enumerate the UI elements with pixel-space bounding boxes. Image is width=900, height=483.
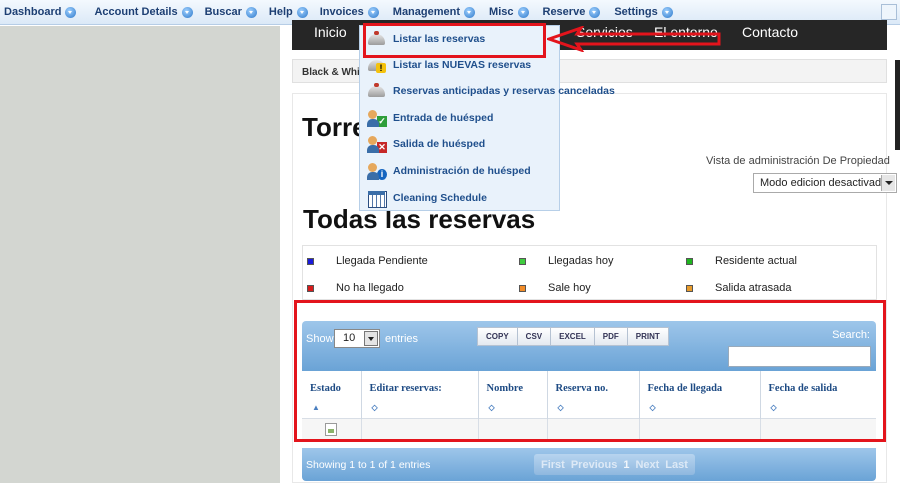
table-info: Showing 1 to 1 of 1 entries xyxy=(306,459,431,471)
menu-item-administracion-huesped[interactable]: i Administración de huésped xyxy=(360,158,559,184)
menu-label: Reserve xyxy=(542,6,586,18)
legend-label: Llegadas hoy xyxy=(548,255,614,267)
menu-label: Management xyxy=(392,6,461,18)
pagination: First Previous 1 Next Last xyxy=(534,454,695,475)
chevron-down-icon xyxy=(65,6,77,18)
page-next-button[interactable]: Next xyxy=(635,459,659,471)
window-control-icon[interactable] xyxy=(881,4,897,20)
left-panel xyxy=(0,26,280,483)
chevron-down-icon xyxy=(245,6,257,18)
chevron-down-icon xyxy=(517,6,529,18)
menu-label: Dashboard xyxy=(4,6,62,18)
menu-account-details[interactable]: Account Details xyxy=(90,0,196,25)
red-arrow-annotation xyxy=(547,26,721,52)
table-footer: Showing 1 to 1 of 1 entries First Previo… xyxy=(302,448,876,481)
page-previous-button[interactable]: Previous xyxy=(571,459,617,471)
chevron-down-icon xyxy=(181,6,193,18)
menu-item-label: Entrada de huésped xyxy=(393,112,494,124)
legend-swatch xyxy=(686,284,693,292)
legend-item: No ha llegado xyxy=(307,282,404,294)
legend-label: Llegada Pendiente xyxy=(336,255,428,267)
menu-item-label: Listar las NUEVAS reservas xyxy=(393,59,532,71)
guest-admin-icon: i xyxy=(367,162,387,180)
menu-item-cleaning-schedule[interactable]: Cleaning Schedule xyxy=(360,185,559,211)
menu-label: Settings xyxy=(614,6,658,18)
legend-item: Residente actual xyxy=(686,255,797,267)
site-nav-contacto[interactable]: Contacto xyxy=(742,24,798,40)
guest-checkout-icon: ✕ xyxy=(367,135,387,153)
chevron-down-icon xyxy=(661,6,673,18)
bell-lock-icon xyxy=(367,82,387,100)
chevron-down-icon xyxy=(881,175,895,191)
highlight-box-menu-item xyxy=(363,23,546,58)
legend-label: Residente actual xyxy=(715,255,797,267)
chevron-down-icon xyxy=(367,6,379,18)
highlight-box-table xyxy=(294,300,886,442)
menu-item-label: Reservas anticipadas y reservas cancelad… xyxy=(393,85,615,97)
menu-label: Help xyxy=(268,6,293,18)
menu-label: Misc xyxy=(489,6,514,18)
legend-label: No ha llegado xyxy=(336,282,404,294)
owner-view-label: Vista de administración De Propiedad xyxy=(706,155,890,167)
menu-item-label: Cleaning Schedule xyxy=(393,192,487,204)
legend-item: Salida atrasada xyxy=(686,282,791,294)
legend-swatch xyxy=(519,257,526,265)
legend-label: Sale hoy xyxy=(548,282,591,294)
menu-buscar[interactable]: Buscar xyxy=(201,0,261,25)
menu-item-entrada-huesped[interactable]: ✓ Entrada de huésped xyxy=(360,105,559,131)
edit-mode-value: Modo edicion desactivado xyxy=(760,177,888,189)
site-nav-inicio[interactable]: Inicio xyxy=(314,24,347,40)
chevron-down-icon xyxy=(589,6,601,18)
chevron-down-icon xyxy=(464,6,476,18)
property-title: Torre xyxy=(302,112,367,142)
menu-label: Buscar xyxy=(204,6,242,18)
menu-item-label: Administración de huésped xyxy=(393,165,531,177)
bell-warning-icon xyxy=(367,56,387,74)
menu-label: Account Details xyxy=(94,6,178,18)
status-legend: Llegada Pendiente Llegadas hoy Residente… xyxy=(302,245,877,300)
legend-swatch xyxy=(686,257,693,265)
legend-swatch xyxy=(519,284,526,292)
menu-dashboard[interactable]: Dashboard xyxy=(0,0,80,25)
scrollbar[interactable] xyxy=(895,60,900,150)
edit-mode-select[interactable]: Modo edicion desactivado xyxy=(753,173,897,193)
page-number-button[interactable]: 1 xyxy=(623,459,629,471)
menu-item-salida-huesped[interactable]: ✕ Salida de huésped xyxy=(360,131,559,157)
menu-item-label: Salida de huésped xyxy=(393,138,486,150)
chevron-down-icon xyxy=(296,6,308,18)
page-first-button[interactable]: First xyxy=(541,459,565,471)
guest-checkin-icon: ✓ xyxy=(367,109,387,127)
legend-item: Sale hoy xyxy=(519,282,591,294)
calendar-icon xyxy=(367,189,387,208)
legend-item: Llegada Pendiente xyxy=(307,255,428,267)
page-last-button[interactable]: Last xyxy=(665,459,688,471)
menu-item-reservas-anticipadas[interactable]: Reservas anticipadas y reservas cancelad… xyxy=(360,78,615,104)
menu-label: Invoices xyxy=(319,6,364,18)
legend-swatch xyxy=(307,284,314,292)
legend-item: Llegadas hoy xyxy=(519,255,613,267)
legend-label: Salida atrasada xyxy=(715,282,792,294)
legend-swatch xyxy=(307,257,314,265)
